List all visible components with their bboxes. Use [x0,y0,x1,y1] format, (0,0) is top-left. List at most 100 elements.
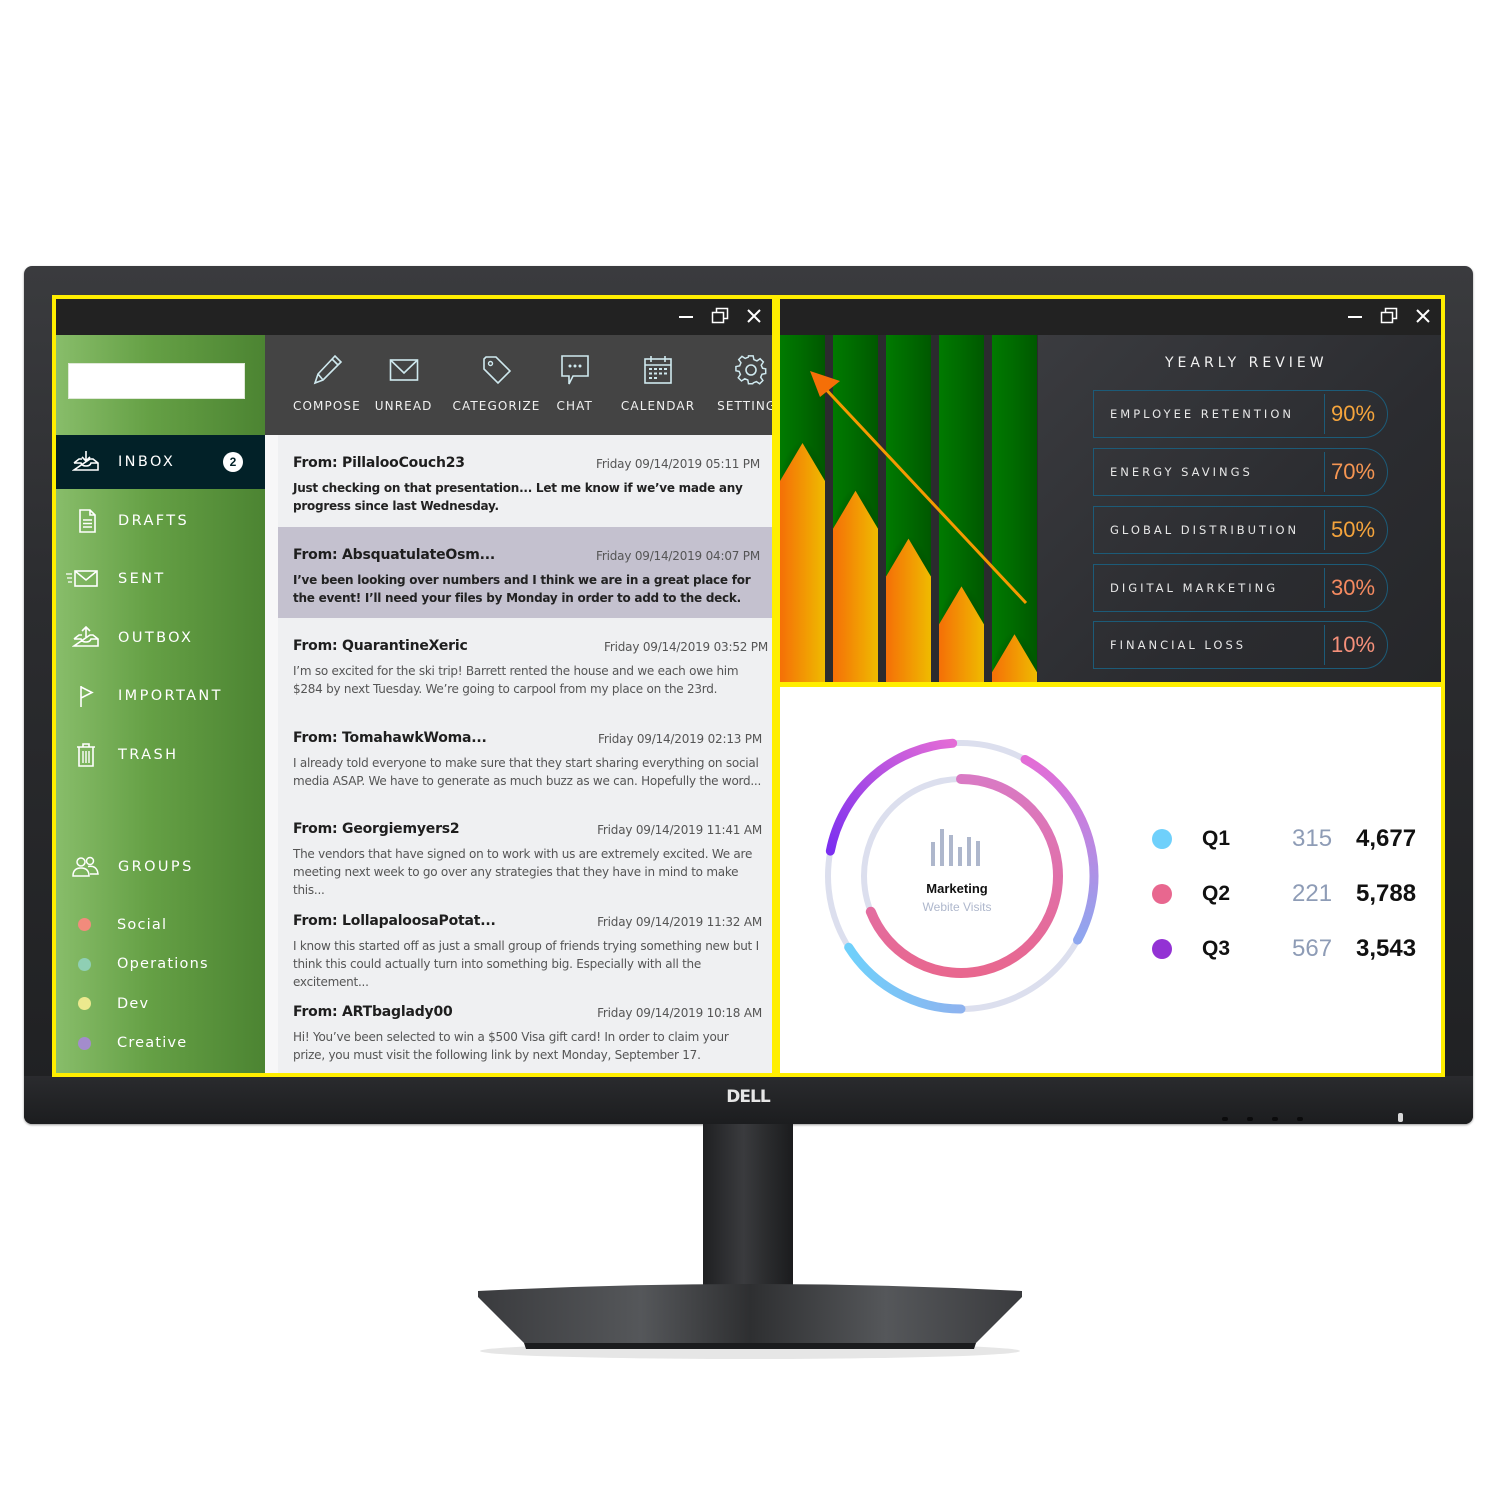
message-preview: The vendors that have signed on to work … [293,847,753,897]
message-preview: I already told everyone to make sure tha… [293,755,762,788]
quarter-legend: Q1 315 4,677 Q2 221 5,788 Q3 567 3,543 [1152,811,1416,976]
minimize-button[interactable] [676,305,696,327]
message-date: Friday 09/14/2019 05:11 PM [596,457,760,471]
close-icon [1416,309,1430,323]
hardware-button[interactable] [1222,1117,1228,1121]
sidebar-item-trash[interactable]: TRASH [56,728,265,782]
message-list: From: PillalooCouch23 Friday 09/14/2019 … [265,435,772,1073]
mail-titlebar [56,299,772,335]
metric-label: EMPLOYEE RETENTION [1110,407,1294,421]
group-item-operations[interactable]: Operations [56,945,265,985]
legend-secondary-value: 567 [1292,934,1333,962]
bar-arrow [833,490,878,682]
message-item[interactable]: From: LollapaloosaPotat... Friday 09/14/… [278,893,772,989]
sidebar-item-important[interactable]: IMPORTANT [56,669,265,723]
bar-arrow [780,443,825,682]
nav-label: TRASH [118,746,179,763]
legend-row-q1: Q1 315 4,677 [1152,811,1416,866]
message-preview: Hi! You’ve been selected to win a $500 V… [293,1030,729,1062]
group-list: Social Operations Dev Creative [56,905,265,1063]
metric-value: 30% [1331,575,1376,600]
settings-button[interactable]: SETTINGS [717,353,776,413]
group-label: Creative [117,1035,188,1052]
restore-button[interactable] [710,305,730,327]
power-button[interactable] [1398,1113,1403,1122]
inner-ring-arc [865,774,1063,978]
groups-icon [72,853,100,881]
tool-label: UNREAD [374,399,433,413]
legend-color-dot [1152,828,1172,849]
outer-ring-arc [825,738,958,856]
nav-label: INBOX [118,454,176,470]
hardware-buttons [1222,1117,1303,1121]
declining-bar-chart [780,335,1038,682]
message-item-selected[interactable]: From: AbsquatulateOsm... Friday 09/14/20… [278,526,772,618]
restore-icon [711,307,729,324]
unread-count-badge: 2 [223,452,243,472]
groups-label: GROUPS [118,859,194,875]
metric-card: ENERGY SAVINGS 70% [1093,448,1388,496]
legend-color-dot [1152,883,1172,904]
group-color-dot [78,997,91,1011]
legend-row-q2: Q2 221 5,788 [1152,866,1416,921]
message-item[interactable]: From: PillalooCouch23 Friday 09/14/2019 … [278,435,772,527]
message-item[interactable]: From: QuarantineXeric Friday 09/14/2019 … [278,618,772,710]
sidebar-item-sent[interactable]: SENT [56,552,265,606]
message-item[interactable]: From: TomahawkWoma... Friday 09/14/2019 … [278,710,772,802]
search-input[interactable] [85,364,261,398]
message-date: Friday 09/14/2019 11:41 AM [597,823,762,837]
tool-label: SETTINGS [717,399,776,413]
tool-label: COMPOSE [293,399,361,413]
group-item-creative[interactable]: Creative [56,1024,265,1064]
gear-icon [735,353,767,387]
message-date: Friday 09/14/2019 03:52 PM [604,640,768,654]
legend-secondary-value: 221 [1292,879,1333,907]
marketing-donut-chart: Marketing Webite Visits [825,738,1099,1014]
calendar-button[interactable]: CALENDAR [621,353,695,413]
metric-card: DIGITAL MARKETING 30% [1093,564,1388,612]
groups-header[interactable]: GROUPS [72,853,194,881]
minimize-button[interactable] [1345,305,1365,327]
tag-icon [482,353,512,387]
categorize-button[interactable]: CATEGORIZE [453,353,541,413]
tool-label: CALENDAR [620,399,696,413]
hardware-button[interactable] [1272,1117,1278,1121]
sidebar-item-drafts[interactable]: DRAFTS [56,494,265,548]
compose-button[interactable]: COMPOSE [293,353,361,413]
minimize-icon [679,316,693,318]
legend-primary-value: 3,543 [1356,934,1417,962]
unread-button[interactable]: UNREAD [375,353,433,413]
sidebar-item-outbox[interactable]: OUTBOX [56,611,265,665]
sidebar-item-inbox[interactable]: INBOX 2 [56,435,265,489]
metric-value: 90% [1331,401,1376,426]
hardware-button[interactable] [1297,1117,1303,1121]
message-item[interactable]: From: ARTbaglady00 Friday 09/14/2019 10:… [278,984,772,1073]
close-button[interactable] [1413,305,1433,327]
hardware-button[interactable] [1247,1117,1253,1121]
message-date: Friday 09/14/2019 04:07 PM [596,548,760,563]
brand-logo: DELL [726,1087,770,1107]
document-icon [72,507,100,535]
nav-label: IMPORTANT [118,688,223,704]
restore-button[interactable] [1379,305,1399,327]
flag-icon [72,682,100,710]
mail-toolbar: COMPOSE UNREAD CATEGORIZE CHAT CALENDAR … [265,335,772,435]
metric-value: 10% [1331,632,1376,657]
review-title: YEARLY REVIEW [1165,355,1328,371]
screen: INBOX 2 DRAFTS SENT OUTBOX IMPORTANT TRA… [52,295,1445,1077]
folder-nav: INBOX 2 DRAFTS SENT OUTBOX IMPORTANT TRA… [56,435,265,786]
inbox-tray-icon [72,448,100,476]
group-label: Social [117,916,168,933]
donut-center-title: Marketing [926,881,987,896]
chat-bubble-icon [560,353,590,387]
group-item-dev[interactable]: Dev [56,984,265,1024]
metric-card: FINANCIAL LOSS 10% [1093,621,1388,669]
message-item[interactable]: From: Georgiemyers2 Friday 09/14/2019 11… [278,801,772,897]
group-item-social[interactable]: Social [56,905,265,945]
stand-base [478,1284,1022,1359]
bar-chart-icon [931,829,980,866]
search-box[interactable] [68,363,261,399]
sent-envelope-icon [66,565,100,593]
chat-button[interactable]: CHAT [557,353,593,413]
close-button[interactable] [744,305,764,327]
